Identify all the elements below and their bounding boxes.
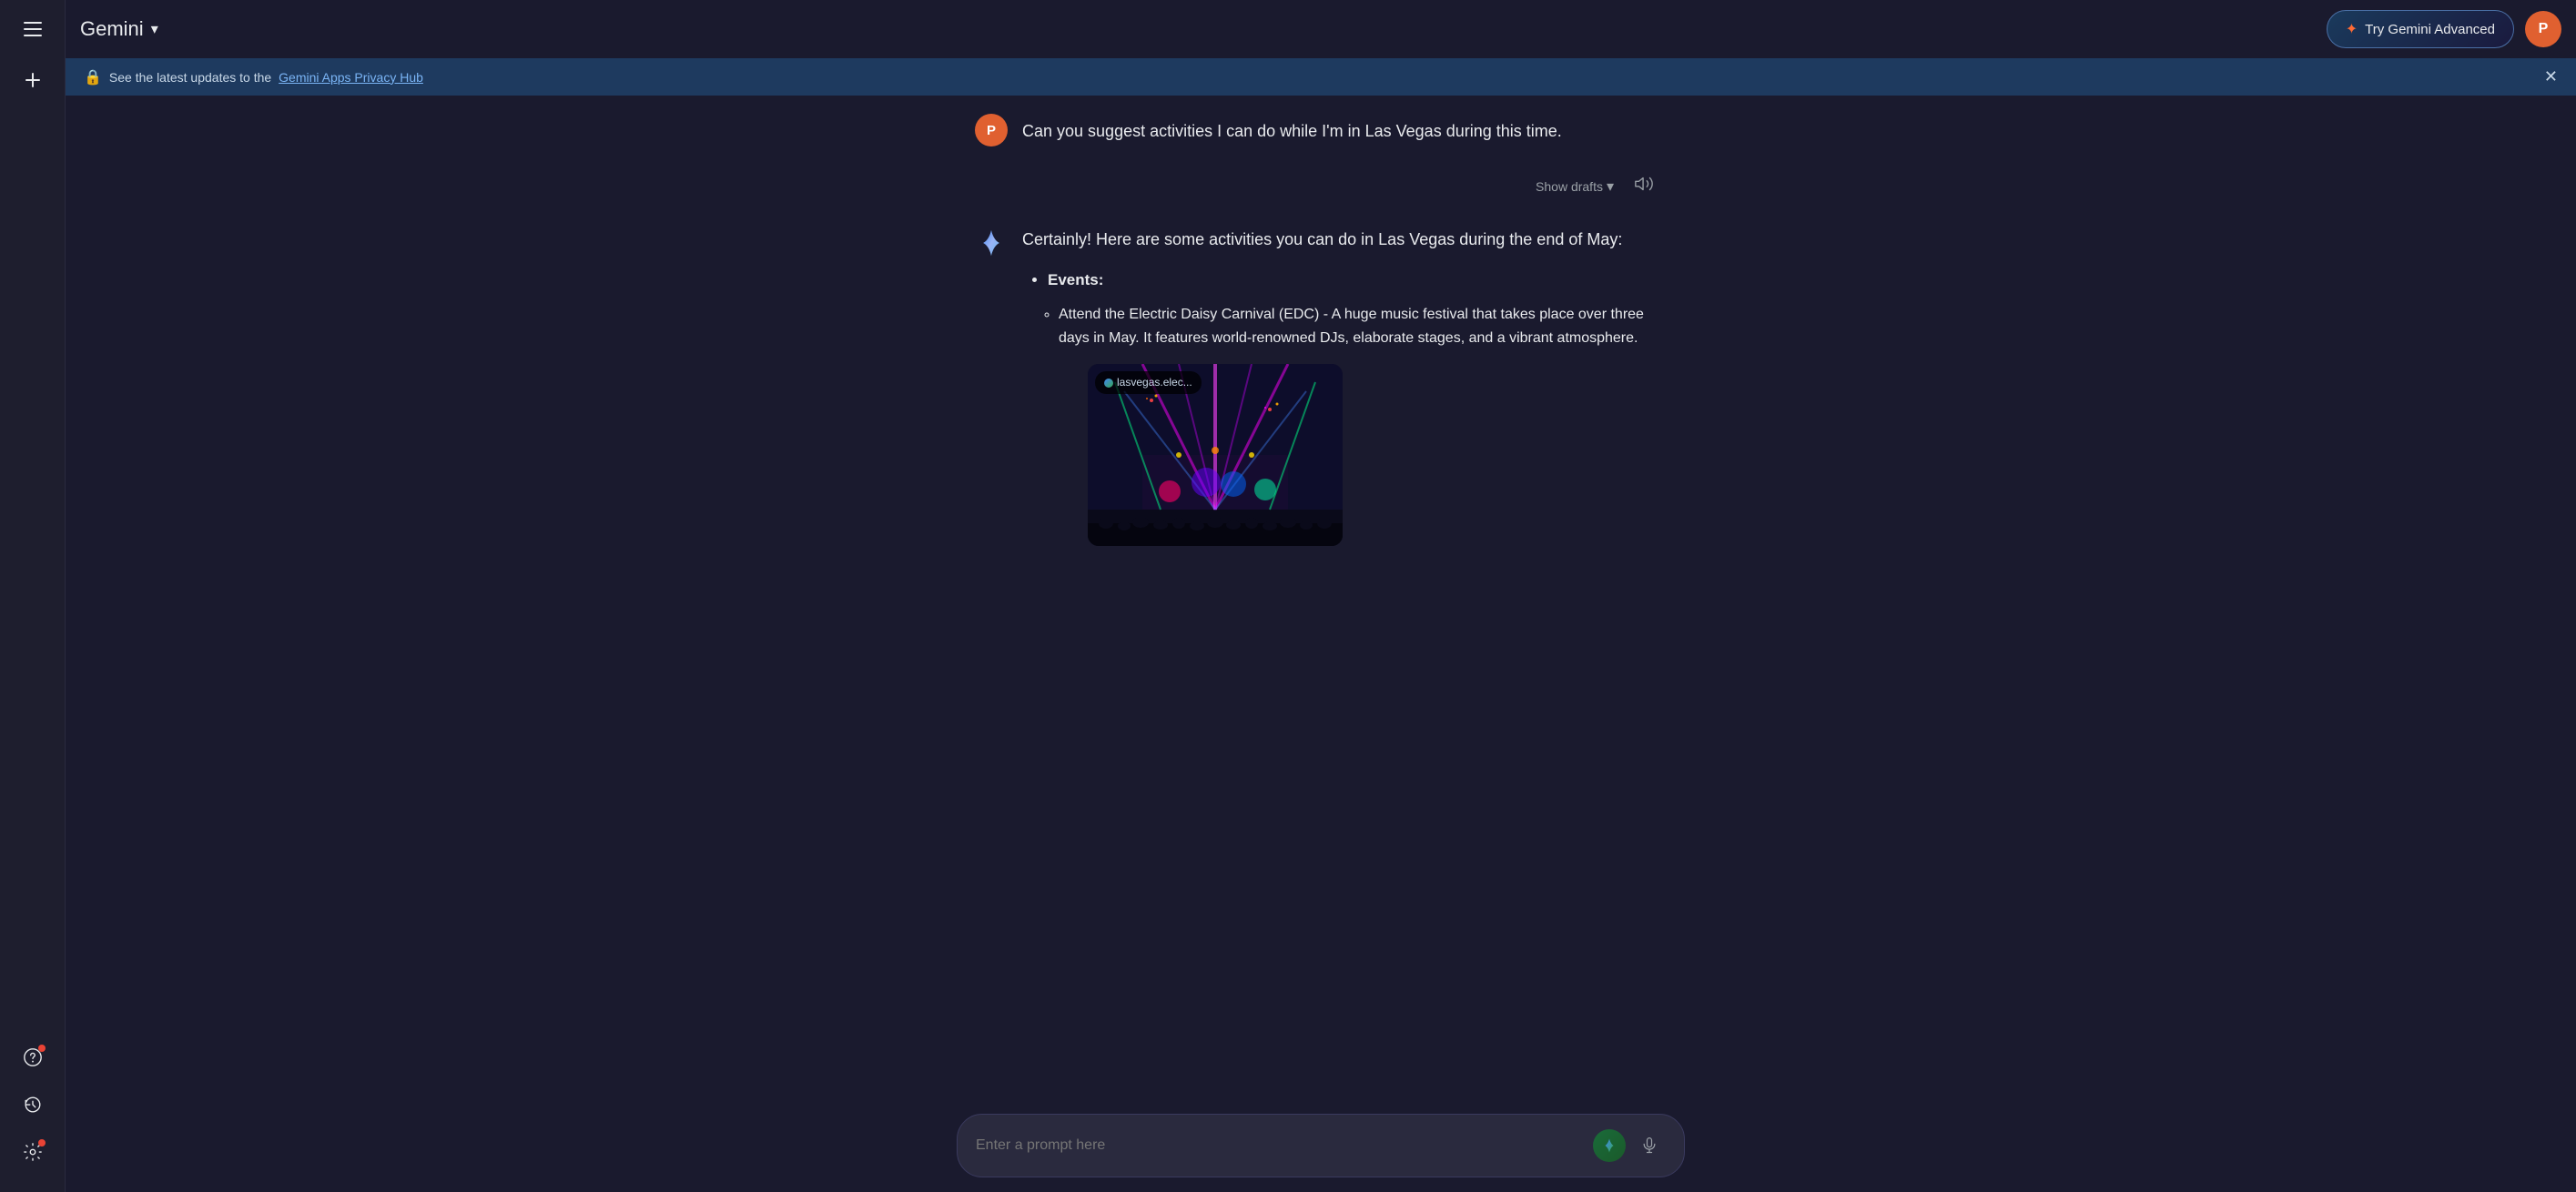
header-right: ✦ Try Gemini Advanced P bbox=[2327, 10, 2561, 48]
input-container bbox=[957, 1114, 1685, 1177]
edc-item: Attend the Electric Daisy Carnival (EDC)… bbox=[1059, 303, 1667, 546]
prompt-input[interactable] bbox=[976, 1137, 1582, 1154]
microphone-button[interactable] bbox=[1633, 1129, 1666, 1162]
help-button[interactable] bbox=[15, 1039, 51, 1076]
ai-message: Certainly! Here are some activities you … bbox=[975, 227, 1667, 557]
gemini-logo bbox=[977, 228, 1006, 258]
new-chat-icon bbox=[22, 69, 44, 91]
user-message-text: Can you suggest activities I can do whil… bbox=[1022, 114, 1562, 144]
chat-container: P Can you suggest activities I can do wh… bbox=[957, 114, 1685, 557]
input-area bbox=[66, 1103, 2576, 1192]
header-left: Gemini ▾ bbox=[80, 17, 158, 41]
sidebar-top bbox=[15, 11, 51, 98]
settings-notification-dot bbox=[38, 1139, 46, 1147]
banner-info-icon: 🔒 bbox=[84, 68, 102, 86]
volume-icon bbox=[1634, 174, 1654, 194]
menu-button[interactable] bbox=[15, 11, 51, 47]
user-message-avatar: P bbox=[975, 114, 1008, 146]
send-button[interactable] bbox=[1593, 1129, 1626, 1162]
try-advanced-button[interactable]: ✦ Try Gemini Advanced bbox=[2327, 10, 2514, 48]
banner-text-prefix: See the latest updates to the bbox=[109, 70, 271, 85]
try-advanced-label: Try Gemini Advanced bbox=[2365, 22, 2495, 37]
chevron-down-icon: ▾ bbox=[1607, 177, 1614, 196]
user-avatar[interactable]: P bbox=[2525, 11, 2561, 47]
ai-intro-text: Certainly! Here are some activities you … bbox=[1022, 227, 1667, 253]
new-chat-button[interactable] bbox=[15, 62, 51, 98]
app-title: Gemini bbox=[80, 17, 144, 41]
festival-image-card[interactable]: lasvegas.elec... bbox=[1088, 364, 1343, 546]
input-actions bbox=[1593, 1129, 1666, 1162]
header: Gemini ▾ ✦ Try Gemini Advanced P bbox=[66, 0, 2576, 58]
response-controls: Show drafts ▾ bbox=[975, 168, 1667, 205]
notification-dot bbox=[38, 1045, 46, 1052]
volume-button[interactable] bbox=[1628, 168, 1659, 205]
history-button[interactable] bbox=[15, 1086, 51, 1123]
spark-icon: ✦ bbox=[2346, 20, 2358, 38]
settings-button[interactable] bbox=[15, 1134, 51, 1170]
events-sub-list: Attend the Electric Daisy Carnival (EDC)… bbox=[1029, 303, 1667, 546]
ai-response-content: Certainly! Here are some activities you … bbox=[1022, 227, 1667, 557]
source-dot bbox=[1104, 379, 1113, 388]
image-source-badge: lasvegas.elec... bbox=[1095, 371, 1202, 394]
festival-image: lasvegas.elec... bbox=[1088, 364, 1343, 546]
show-drafts-button[interactable]: Show drafts ▾ bbox=[1528, 172, 1621, 201]
main-content: Gemini ▾ ✦ Try Gemini Advanced P 🔒 See t… bbox=[66, 0, 2576, 1192]
user-message: P Can you suggest activities I can do wh… bbox=[975, 114, 1667, 146]
gemini-star-icon bbox=[975, 227, 1008, 259]
banner: 🔒 See the latest updates to the Gemini A… bbox=[66, 58, 2576, 96]
events-title: Events: bbox=[1048, 268, 1667, 292]
gemini-send-icon bbox=[1601, 1137, 1618, 1154]
sidebar bbox=[0, 0, 66, 1192]
image-source-text: lasvegas.elec... bbox=[1117, 374, 1192, 391]
sidebar-bottom bbox=[15, 1039, 51, 1181]
banner-link[interactable]: Gemini Apps Privacy Hub bbox=[279, 70, 423, 85]
edc-text: Attend the Electric Daisy Carnival (EDC)… bbox=[1059, 307, 1644, 346]
microphone-icon bbox=[1640, 1136, 1658, 1155]
show-drafts-label: Show drafts bbox=[1536, 179, 1603, 194]
events-list: Events: Attend the Electric Daisy Carniv… bbox=[1029, 268, 1667, 546]
title-dropdown-icon[interactable]: ▾ bbox=[151, 20, 158, 38]
banner-content: 🔒 See the latest updates to the Gemini A… bbox=[84, 68, 423, 86]
history-icon bbox=[23, 1095, 43, 1115]
chat-area: P Can you suggest activities I can do wh… bbox=[66, 96, 2576, 1103]
banner-close-button[interactable]: ✕ bbox=[2544, 67, 2558, 86]
hamburger-icon bbox=[24, 22, 42, 36]
